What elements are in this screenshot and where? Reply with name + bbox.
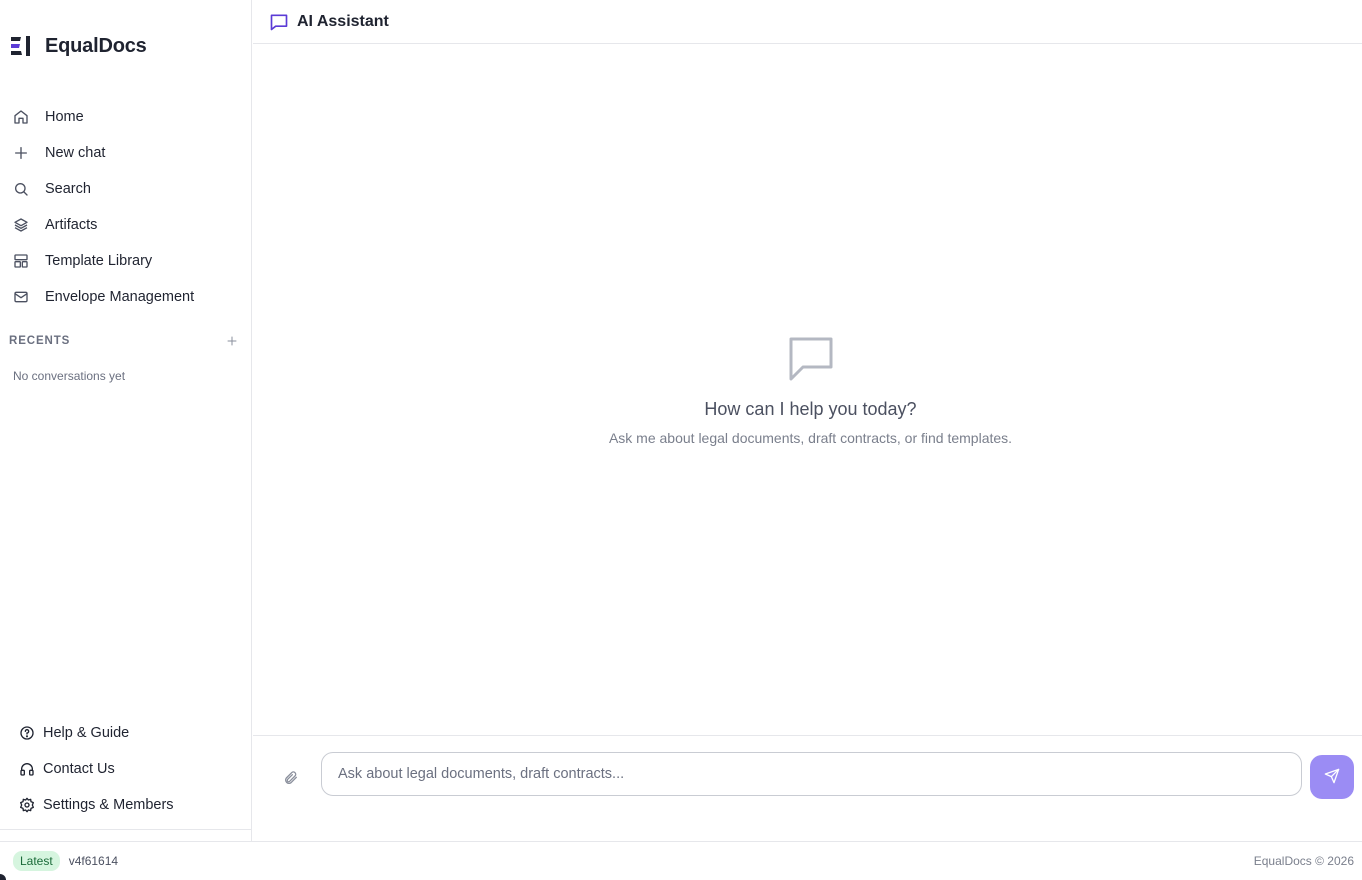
equaldocs-logo-icon — [9, 33, 35, 59]
layout-icon — [13, 253, 29, 269]
app-name: EqualDocs — [45, 34, 147, 57]
sidebar-item-settings-members[interactable]: Settings & Members — [0, 787, 251, 823]
home-icon — [13, 109, 29, 125]
add-recent-button[interactable] — [225, 334, 239, 348]
sidebar-item-label: Search — [45, 181, 91, 197]
sidebar: EqualDocs Home New chat Search Artifacts — [0, 0, 252, 841]
sidebar-item-new-chat[interactable]: New chat — [0, 135, 251, 171]
copyright-text: EqualDocs © 2026 — [1253, 854, 1354, 868]
empty-state: How can I help you today? Ask me about l… — [253, 335, 1362, 446]
version-label: v4f61614 — [68, 854, 119, 868]
sidebar-item-help-guide[interactable]: Help & Guide — [0, 715, 251, 751]
sidebar-item-search[interactable]: Search — [0, 171, 251, 207]
sidebar-item-label: Home — [45, 109, 84, 125]
recents-title: RECENTS — [9, 335, 71, 347]
search-icon — [13, 181, 29, 197]
chat-bubble-icon — [787, 335, 835, 383]
message-composer — [253, 735, 1362, 841]
sidebar-item-label: Settings & Members — [43, 797, 174, 813]
recents-header: RECENTS — [9, 334, 239, 348]
sidebar-item-label: Artifacts — [45, 217, 98, 233]
sidebar-divider — [0, 829, 251, 830]
sidebar-item-label: Template Library — [45, 253, 153, 269]
sidebar-item-label: Help & Guide — [43, 725, 130, 741]
sidebar-item-label: New chat — [45, 145, 106, 161]
paperclip-icon[interactable] — [281, 768, 301, 788]
headphones-icon — [19, 761, 35, 777]
help-circle-icon — [19, 725, 35, 741]
sidebar-nav: Home New chat Search Artifacts Template … — [0, 99, 251, 315]
empty-state-headline: How can I help you today? — [704, 399, 917, 419]
gear-icon — [19, 797, 35, 813]
sidebar-item-label: Envelope Management — [45, 289, 195, 305]
page-header: AI Assistant — [253, 0, 1362, 44]
send-icon — [1324, 768, 1340, 787]
chat-bubble-icon — [269, 12, 289, 32]
send-button[interactable] — [1310, 755, 1354, 799]
layers-icon — [13, 217, 29, 233]
empty-state-subtext: Ask me about legal documents, draft cont… — [608, 430, 1013, 446]
status-bar: Latest v4f61614 EqualDocs © 2026 — [0, 841, 1362, 880]
sidebar-footer-nav: Help & Guide Contact Us Settings & Membe… — [0, 715, 251, 823]
sidebar-item-template-library[interactable]: Template Library — [0, 243, 251, 279]
mail-icon — [13, 289, 29, 305]
plus-icon — [13, 145, 29, 161]
chat-input[interactable] — [321, 752, 1302, 796]
sidebar-item-envelope-management[interactable]: Envelope Management — [0, 279, 251, 315]
sidebar-item-contact-us[interactable]: Contact Us — [0, 751, 251, 787]
page-title: AI Assistant — [297, 12, 389, 30]
sidebar-item-home[interactable]: Home — [0, 99, 251, 135]
sidebar-item-label: Contact Us — [43, 761, 115, 777]
window-corner — [0, 874, 6, 880]
app-logo[interactable]: EqualDocs — [9, 33, 147, 59]
status-badge: Latest — [13, 851, 60, 871]
sidebar-item-artifacts[interactable]: Artifacts — [0, 207, 251, 243]
recents-empty-text: No conversations yet — [13, 369, 126, 383]
